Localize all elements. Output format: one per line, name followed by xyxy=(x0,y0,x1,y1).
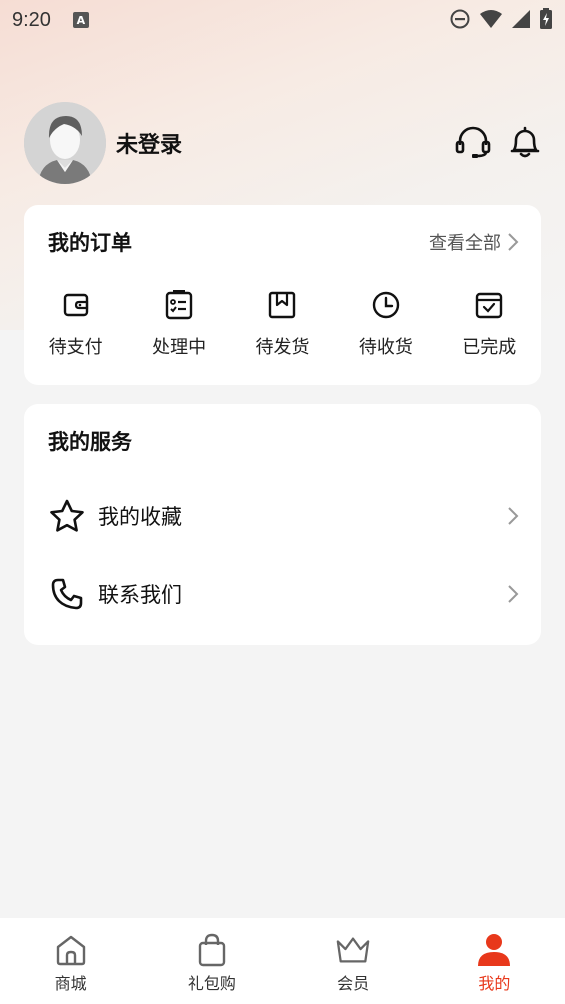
service-item-contact[interactable]: 联系我们 xyxy=(48,574,519,614)
wallet-icon xyxy=(63,293,88,317)
service-item-label: 联系我们 xyxy=(98,583,182,607)
tab-membership[interactable]: 会员 xyxy=(283,918,424,1004)
tab-label: 商城 xyxy=(54,974,87,993)
order-processing[interactable]: 处理中 xyxy=(127,289,230,359)
view-all-orders-link[interactable]: 查看全部 xyxy=(429,229,519,255)
username-label[interactable]: 未登录 xyxy=(116,127,182,159)
order-item-label: 待支付 xyxy=(48,337,103,358)
avatar[interactable] xyxy=(24,102,106,184)
order-pending-payment[interactable]: 待支付 xyxy=(24,289,127,359)
notifications-button[interactable] xyxy=(507,124,543,160)
tab-mall[interactable]: 商城 xyxy=(0,918,141,1004)
order-to-ship[interactable]: 待发货 xyxy=(231,289,334,359)
phone-icon xyxy=(51,578,83,610)
user-icon xyxy=(478,934,511,966)
order-completed[interactable]: 已完成 xyxy=(438,289,541,359)
status-icons xyxy=(449,8,553,30)
tab-label: 会员 xyxy=(337,974,370,993)
services-title: 我的服务 xyxy=(48,430,132,454)
order-item-label: 待收货 xyxy=(358,337,413,358)
tab-mine[interactable]: 我的 xyxy=(424,918,565,1004)
service-item-favorites[interactable]: 我的收藏 xyxy=(48,496,519,536)
signal-icon xyxy=(512,10,530,28)
wifi-icon xyxy=(480,10,502,28)
service-item-label: 我的收藏 xyxy=(98,505,182,529)
status-time: 9:20 xyxy=(12,8,51,31)
order-item-label: 待发货 xyxy=(255,337,310,358)
tab-label: 礼包购 xyxy=(187,974,236,993)
order-status-list: 待支付 处理中 待发货 待收货 已完成 xyxy=(24,289,541,359)
view-all-label: 查看全部 xyxy=(429,233,501,254)
headset-icon xyxy=(455,126,491,158)
checklist-icon xyxy=(165,290,193,320)
calendar-check-icon xyxy=(476,292,503,319)
bottom-tab-bar: 商城 礼包购 会员 我的 xyxy=(0,918,565,1004)
home-icon xyxy=(56,935,85,966)
battery-icon xyxy=(540,8,552,29)
order-to-receive[interactable]: 待收货 xyxy=(334,289,437,359)
chevron-right-icon xyxy=(508,507,519,525)
status-bar: 9:20 A xyxy=(0,0,565,40)
bell-icon xyxy=(510,126,540,158)
tab-gift-pack[interactable]: 礼包购 xyxy=(141,918,282,1004)
chevron-right-icon xyxy=(508,585,519,603)
chevron-right-icon xyxy=(508,233,519,251)
bag-icon xyxy=(198,933,226,967)
default-avatar-icon xyxy=(24,102,106,184)
crown-icon xyxy=(336,937,370,963)
tab-label: 我的 xyxy=(478,974,511,993)
services-card: 我的服务 我的收藏 联系我们 xyxy=(24,404,541,645)
notification-icon: A xyxy=(72,12,89,28)
customer-service-button[interactable] xyxy=(455,124,491,160)
header-actions xyxy=(455,124,543,160)
orders-card: 我的订单 查看全部 待支付 处理中 待发货 待收货 已完成 xyxy=(24,205,541,385)
clock-icon xyxy=(372,291,400,319)
order-item-label: 处理中 xyxy=(152,337,207,358)
star-icon xyxy=(50,499,84,532)
profile-section[interactable]: 未登录 xyxy=(24,102,182,184)
orders-title: 我的订单 xyxy=(48,231,132,255)
order-item-label: 已完成 xyxy=(462,337,517,358)
dnd-icon xyxy=(450,9,470,29)
bookmark-box-icon xyxy=(269,291,296,319)
